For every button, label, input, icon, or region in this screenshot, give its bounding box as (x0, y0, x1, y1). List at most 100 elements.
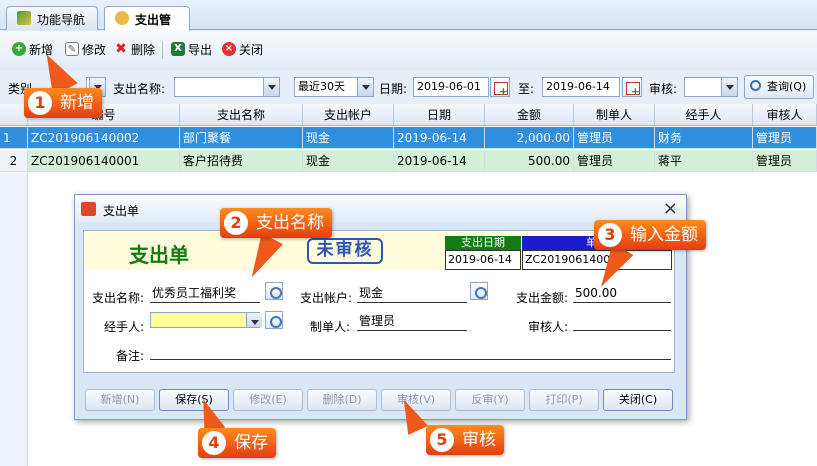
query-label: 查询(Q) (767, 80, 807, 93)
maker-field: 管理员 (357, 313, 467, 331)
remark-field[interactable] (150, 342, 671, 360)
tab-navigation[interactable]: 功能导航 (6, 6, 98, 30)
status-stamp: 未审核 (307, 238, 383, 264)
tab-label: 功能导航 (37, 13, 86, 27)
edit-icon: ✎ (65, 42, 79, 56)
delete-button[interactable]: ✖ 删除 (114, 41, 155, 59)
chevron-down-icon (263, 78, 279, 96)
remark-label: 备注: (116, 349, 145, 363)
column-header-date[interactable]: 日期 (394, 104, 485, 126)
cell-handler: 财务 (655, 127, 753, 149)
expense-name-label: 支出名称: (92, 291, 145, 305)
callout-amount: 3 输入金额 (594, 220, 706, 250)
chevron-down-icon (721, 78, 737, 96)
dialog-add-button[interactable]: 新增(N) (85, 389, 155, 411)
amount-label: 支出金额: (516, 291, 569, 305)
dialog-close-button[interactable]: 关闭(C) (603, 389, 673, 411)
export-label: 导出 (188, 43, 213, 57)
dialog-print-button[interactable]: 打印(P) (529, 389, 599, 411)
cell-code: ZC201906140001 (28, 150, 180, 172)
cell-maker: 管理员 (574, 127, 655, 149)
callout-add: 1 新增 (24, 88, 102, 118)
callout-text: 保存 (234, 433, 268, 453)
expense-name-filter-select[interactable] (174, 77, 280, 97)
to-label: 至: (518, 82, 535, 96)
dialog-edit-button[interactable]: 修改(E) (233, 389, 303, 411)
expense-date-value: 2019-06-14 (445, 250, 521, 270)
auditor-field (573, 313, 671, 331)
cell-account: 现金 (303, 150, 394, 172)
row-number: 1 (0, 127, 28, 149)
auditor-label: 审核人: (528, 320, 569, 334)
expense-name-field[interactable]: 优秀员工福利奖 (150, 285, 260, 303)
toolbar: + 新增 ✎ 修改 ✖ 删除 X 导出 × 关闭 (0, 31, 817, 69)
navigation-icon (17, 11, 31, 25)
calendar-icon[interactable] (490, 77, 510, 98)
cell-date: 2019-06-14 (394, 127, 485, 149)
dialog-unaudit-button[interactable]: 反审(Y) (455, 389, 525, 411)
lookup-icon[interactable] (265, 282, 283, 300)
cell-handler: 蒋平 (655, 150, 753, 172)
cell-maker: 管理员 (574, 150, 655, 172)
column-header-name[interactable]: 支出名称 (180, 104, 303, 126)
amount-field[interactable]: 500.00 (573, 285, 671, 303)
date-from-value: 2019-06-01 (417, 80, 481, 93)
maker-label: 制单人: (310, 320, 351, 334)
cell-account: 现金 (303, 127, 394, 149)
tab-bar: 功能导航 支出管理 (0, 0, 817, 44)
dialog-title: 支出单 (103, 204, 140, 218)
handler-select[interactable] (150, 312, 260, 328)
edit-button[interactable]: ✎ 修改 (65, 41, 106, 59)
column-header-account[interactable]: 支出帐户 (303, 104, 394, 126)
delete-label: 删除 (131, 43, 156, 57)
column-header-maker[interactable]: 制单人 (574, 104, 655, 126)
callout-audit: 5 审核 (426, 425, 504, 455)
date-to-input[interactable]: 2019-06-14 (542, 77, 620, 97)
expense-form: 支出单 未审核 支出日期 2019-06-14 单据 ZC20190614000… (83, 230, 675, 373)
cell-name: 客户招待费 (180, 150, 303, 172)
cell-date: 2019-06-14 (394, 150, 485, 172)
dialog-delete-button[interactable]: 删除(D) (307, 389, 377, 411)
audit-select[interactable] (684, 77, 738, 97)
close-icon[interactable]: × (663, 198, 678, 219)
column-header-handler[interactable]: 经手人 (655, 104, 753, 126)
calendar-icon[interactable] (622, 77, 642, 98)
audit-label: 审核: (649, 82, 678, 96)
date-from-input[interactable]: 2019-06-01 (413, 77, 489, 97)
period-select[interactable]: 最近30天 (294, 77, 374, 97)
callout-text: 新增 (60, 93, 94, 113)
dialog-titlebar: 支出单 × (75, 195, 686, 223)
cell-amount: 500.00 (485, 150, 574, 172)
edit-label: 修改 (82, 43, 107, 57)
column-header-amount[interactable]: 金额 (485, 104, 574, 126)
tab-expense-management[interactable]: 支出管理 (104, 6, 190, 44)
callout-save: 4 保存 (198, 428, 276, 458)
callout-number: 3 (598, 223, 622, 247)
callout-number: 1 (28, 91, 52, 115)
document-number-value: ZC20190614000 (522, 250, 672, 270)
close-icon: × (222, 42, 236, 56)
app-icon (81, 202, 96, 216)
chevron-down-icon (357, 78, 373, 96)
cell-auditor: 管理员 (753, 150, 817, 172)
callout-number: 4 (202, 431, 226, 455)
toolbar-divider (162, 41, 163, 59)
lookup-icon[interactable] (470, 282, 488, 300)
export-button[interactable]: X 导出 (171, 41, 212, 59)
close-button[interactable]: × 关闭 (222, 41, 263, 59)
chevron-down-icon[interactable] (246, 313, 262, 327)
cell-auditor: 管理员 (753, 127, 817, 149)
handler-label: 经手人: (104, 320, 145, 334)
column-header-auditor[interactable]: 审核人 (753, 104, 817, 126)
delete-icon: ✖ (115, 41, 127, 57)
callout-text: 支出名称 (256, 213, 324, 233)
query-button[interactable]: 查询(Q) (744, 75, 814, 99)
people-icon[interactable] (265, 311, 283, 329)
callout-number: 5 (430, 428, 454, 452)
callout-number: 2 (224, 211, 248, 235)
account-field[interactable]: 现金 (357, 285, 467, 303)
callout-text: 审核 (462, 430, 496, 450)
date-header: 支出日期 (445, 236, 521, 250)
row-number: 2 (0, 150, 28, 172)
date-label: 日期: (379, 82, 408, 96)
